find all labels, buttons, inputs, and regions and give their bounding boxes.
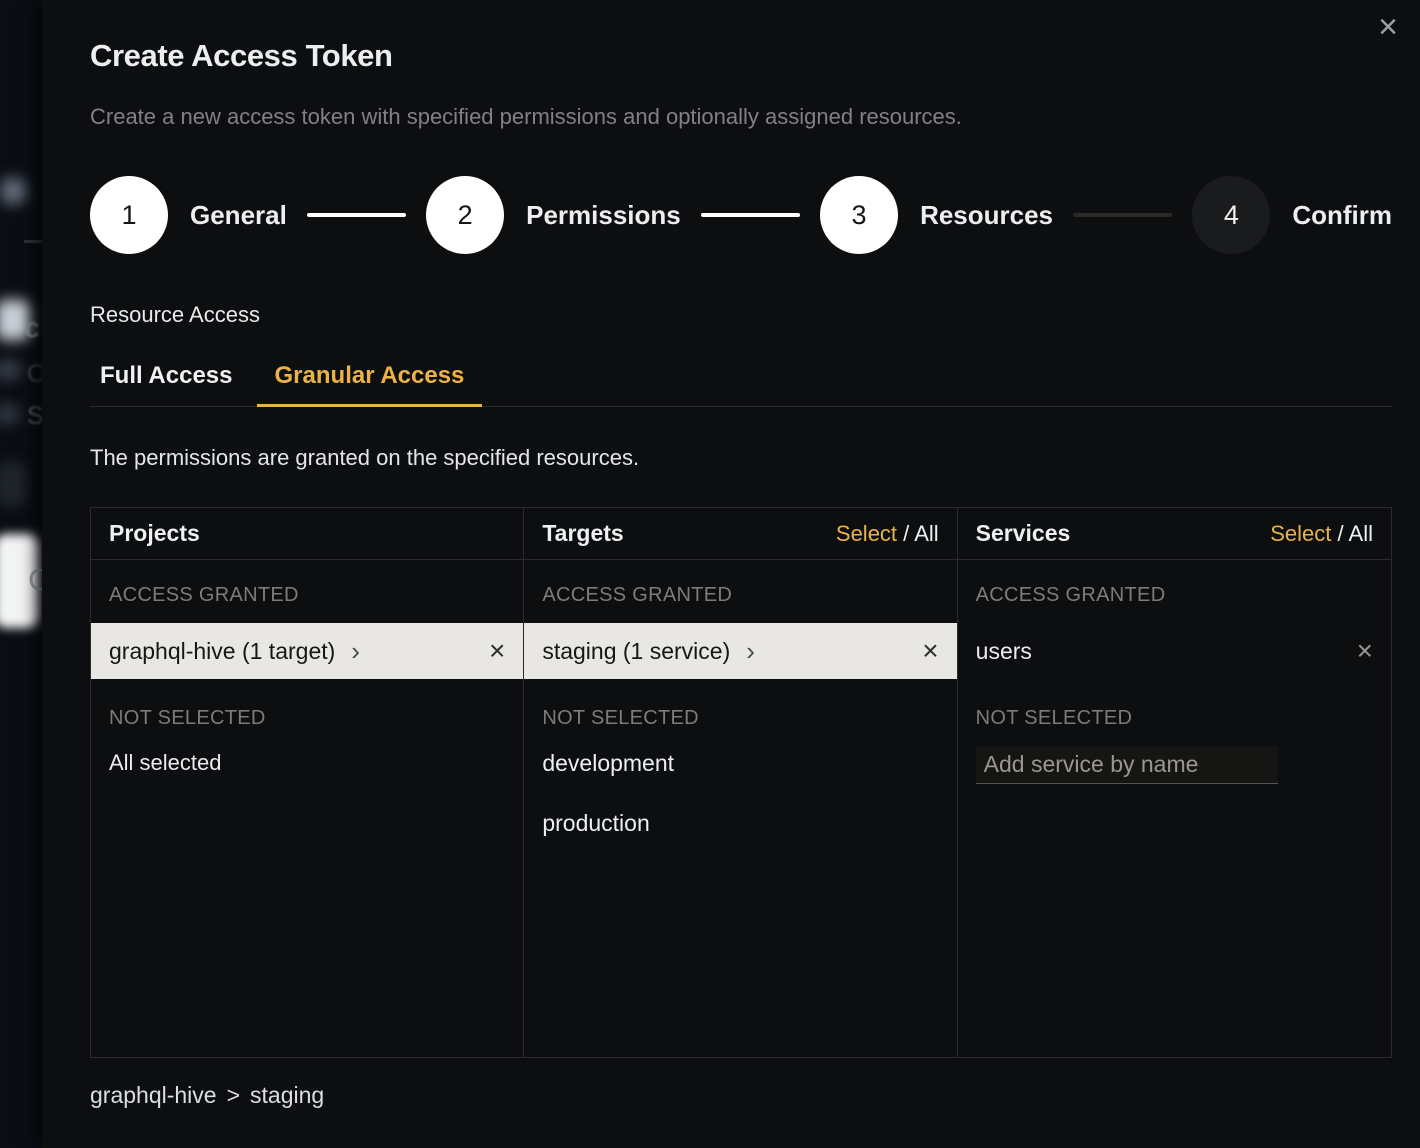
not-selected-label: NOT SELECTED xyxy=(109,707,505,730)
access-granted-label: ACCESS GRANTED xyxy=(109,584,505,607)
access-granted-label: ACCESS GRANTED xyxy=(542,584,938,607)
step-number-circle: 1 xyxy=(90,176,168,254)
granted-project-name: graphql-hive (1 target) xyxy=(109,638,335,665)
tab-full-access[interactable]: Full Access xyxy=(90,362,243,406)
select-all-separator: / xyxy=(1338,521,1344,546)
services-column: Services Select / All ACCESS GRANTED use… xyxy=(958,508,1391,1057)
remove-project-icon[interactable]: × xyxy=(489,637,505,665)
breadcrumb-target[interactable]: staging xyxy=(250,1082,324,1109)
step-resources[interactable]: 3 Resources xyxy=(820,176,1053,254)
resource-access-heading: Resource Access xyxy=(90,302,1392,328)
breadcrumb-separator: > xyxy=(227,1082,240,1109)
step-number-circle: 2 xyxy=(426,176,504,254)
step-label: Permissions xyxy=(526,200,681,231)
step-connector xyxy=(1073,213,1172,217)
breadcrumb-project[interactable]: graphql-hive xyxy=(90,1082,217,1109)
wizard-stepper: 1 General 2 Permissions 3 Resources 4 Co… xyxy=(90,176,1392,254)
targets-column-title: Targets xyxy=(542,520,623,547)
chevron-right-icon[interactable]: › xyxy=(746,638,755,664)
step-label: Confirm xyxy=(1292,200,1392,231)
targets-column-header: Targets Select / All xyxy=(524,508,956,560)
targets-select-link[interactable]: Select xyxy=(836,521,897,546)
access-granted-label: ACCESS GRANTED xyxy=(976,584,1373,607)
breadcrumb: graphql-hive > staging xyxy=(90,1082,1392,1109)
blurred-blob xyxy=(0,404,20,424)
background-app-sliver: c O S C xyxy=(0,0,48,1148)
select-all-separator: / xyxy=(903,521,909,546)
services-column-title: Services xyxy=(976,520,1071,547)
step-number-circle: 4 xyxy=(1192,176,1270,254)
targets-column: Targets Select / All ACCESS GRANTED stag… xyxy=(524,508,957,1057)
projects-column-header: Projects xyxy=(91,508,523,560)
remove-target-icon[interactable]: × xyxy=(922,637,938,665)
granular-access-description: The permissions are granted on the speci… xyxy=(90,445,1392,471)
tab-granular-access[interactable]: Granular Access xyxy=(265,362,475,406)
blurred-blob xyxy=(0,462,26,506)
create-access-token-dialog: × Create Access Token Create a new acces… xyxy=(42,0,1420,1148)
step-label: General xyxy=(190,200,287,231)
projects-column-title: Projects xyxy=(109,520,200,547)
blurred-blob xyxy=(0,178,26,204)
close-icon[interactable]: × xyxy=(1378,10,1398,44)
step-confirm[interactable]: 4 Confirm xyxy=(1192,176,1392,254)
remove-service-icon[interactable]: × xyxy=(1357,637,1373,665)
target-option-development[interactable]: development xyxy=(542,750,938,777)
granted-service-name: users xyxy=(976,638,1032,665)
not-selected-label: NOT SELECTED xyxy=(976,707,1373,730)
step-general[interactable]: 1 General xyxy=(90,176,287,254)
granted-service-row: users × xyxy=(958,623,1391,679)
step-label: Resources xyxy=(920,200,1053,231)
services-select-link[interactable]: Select xyxy=(1270,521,1331,546)
services-all-link[interactable]: All xyxy=(1349,521,1373,546)
dialog-title: Create Access Token xyxy=(90,0,1392,74)
projects-all-selected-note: All selected xyxy=(109,750,505,776)
add-service-input[interactable] xyxy=(976,746,1278,784)
services-column-header: Services Select / All xyxy=(958,508,1391,560)
target-option-production[interactable]: production xyxy=(542,810,938,837)
not-selected-label: NOT SELECTED xyxy=(542,707,938,730)
granted-target-row[interactable]: staging (1 service) › × xyxy=(524,623,956,679)
projects-column: Projects ACCESS GRANTED graphql-hive (1 … xyxy=(91,508,524,1057)
blurred-blob xyxy=(0,360,22,380)
services-select-all: Select / All xyxy=(1270,521,1373,547)
chevron-right-icon[interactable]: › xyxy=(351,638,360,664)
granted-target-name: staging (1 service) xyxy=(542,638,730,665)
step-permissions[interactable]: 2 Permissions xyxy=(426,176,681,254)
blurred-divider xyxy=(24,240,42,243)
targets-select-all: Select / All xyxy=(836,521,939,547)
access-mode-tabs: Full Access Granular Access xyxy=(90,362,1392,407)
targets-all-link[interactable]: All xyxy=(914,521,938,546)
dialog-subtitle: Create a new access token with specified… xyxy=(90,104,1392,130)
step-number-circle: 3 xyxy=(820,176,898,254)
background-glyph: c xyxy=(25,312,39,344)
resource-selection-table: Projects ACCESS GRANTED graphql-hive (1 … xyxy=(90,507,1392,1058)
step-connector xyxy=(701,213,800,217)
step-connector xyxy=(307,213,406,217)
granted-project-row[interactable]: graphql-hive (1 target) › × xyxy=(91,623,523,679)
